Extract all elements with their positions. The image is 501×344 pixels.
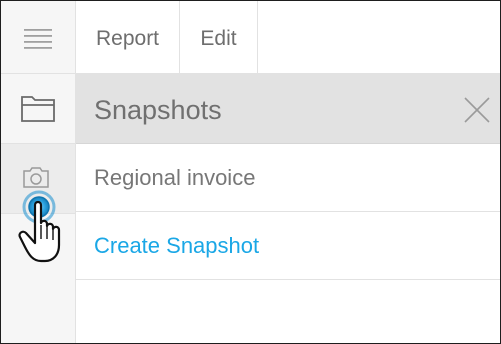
snapshots-panel-header: Snapshots xyxy=(76,74,500,144)
top-toolbar: Report Edit xyxy=(76,1,500,74)
hamburger-menu-icon xyxy=(24,29,52,49)
close-button[interactable] xyxy=(462,95,492,125)
list-item-label: Regional invoice xyxy=(94,165,256,190)
hand-pointer-icon xyxy=(18,190,61,263)
tab-report[interactable]: Report xyxy=(76,1,180,73)
list-item-regional-invoice[interactable]: Regional invoice xyxy=(76,144,500,212)
sidebar-rail xyxy=(1,1,76,343)
folder-icon xyxy=(21,96,55,122)
create-snapshot-label[interactable]: Create Snapshot xyxy=(94,212,259,280)
panel-title: Snapshots xyxy=(94,95,222,125)
tab-edit[interactable]: Edit xyxy=(180,1,258,73)
camera-icon xyxy=(23,167,49,188)
menu-button[interactable] xyxy=(1,1,75,74)
close-icon xyxy=(464,97,490,123)
open-folder-button[interactable] xyxy=(1,74,75,144)
create-snapshot-link[interactable]: Create Snapshot xyxy=(76,212,500,280)
app-frame: Report Edit Snapshots Regional invoice C… xyxy=(0,0,501,344)
